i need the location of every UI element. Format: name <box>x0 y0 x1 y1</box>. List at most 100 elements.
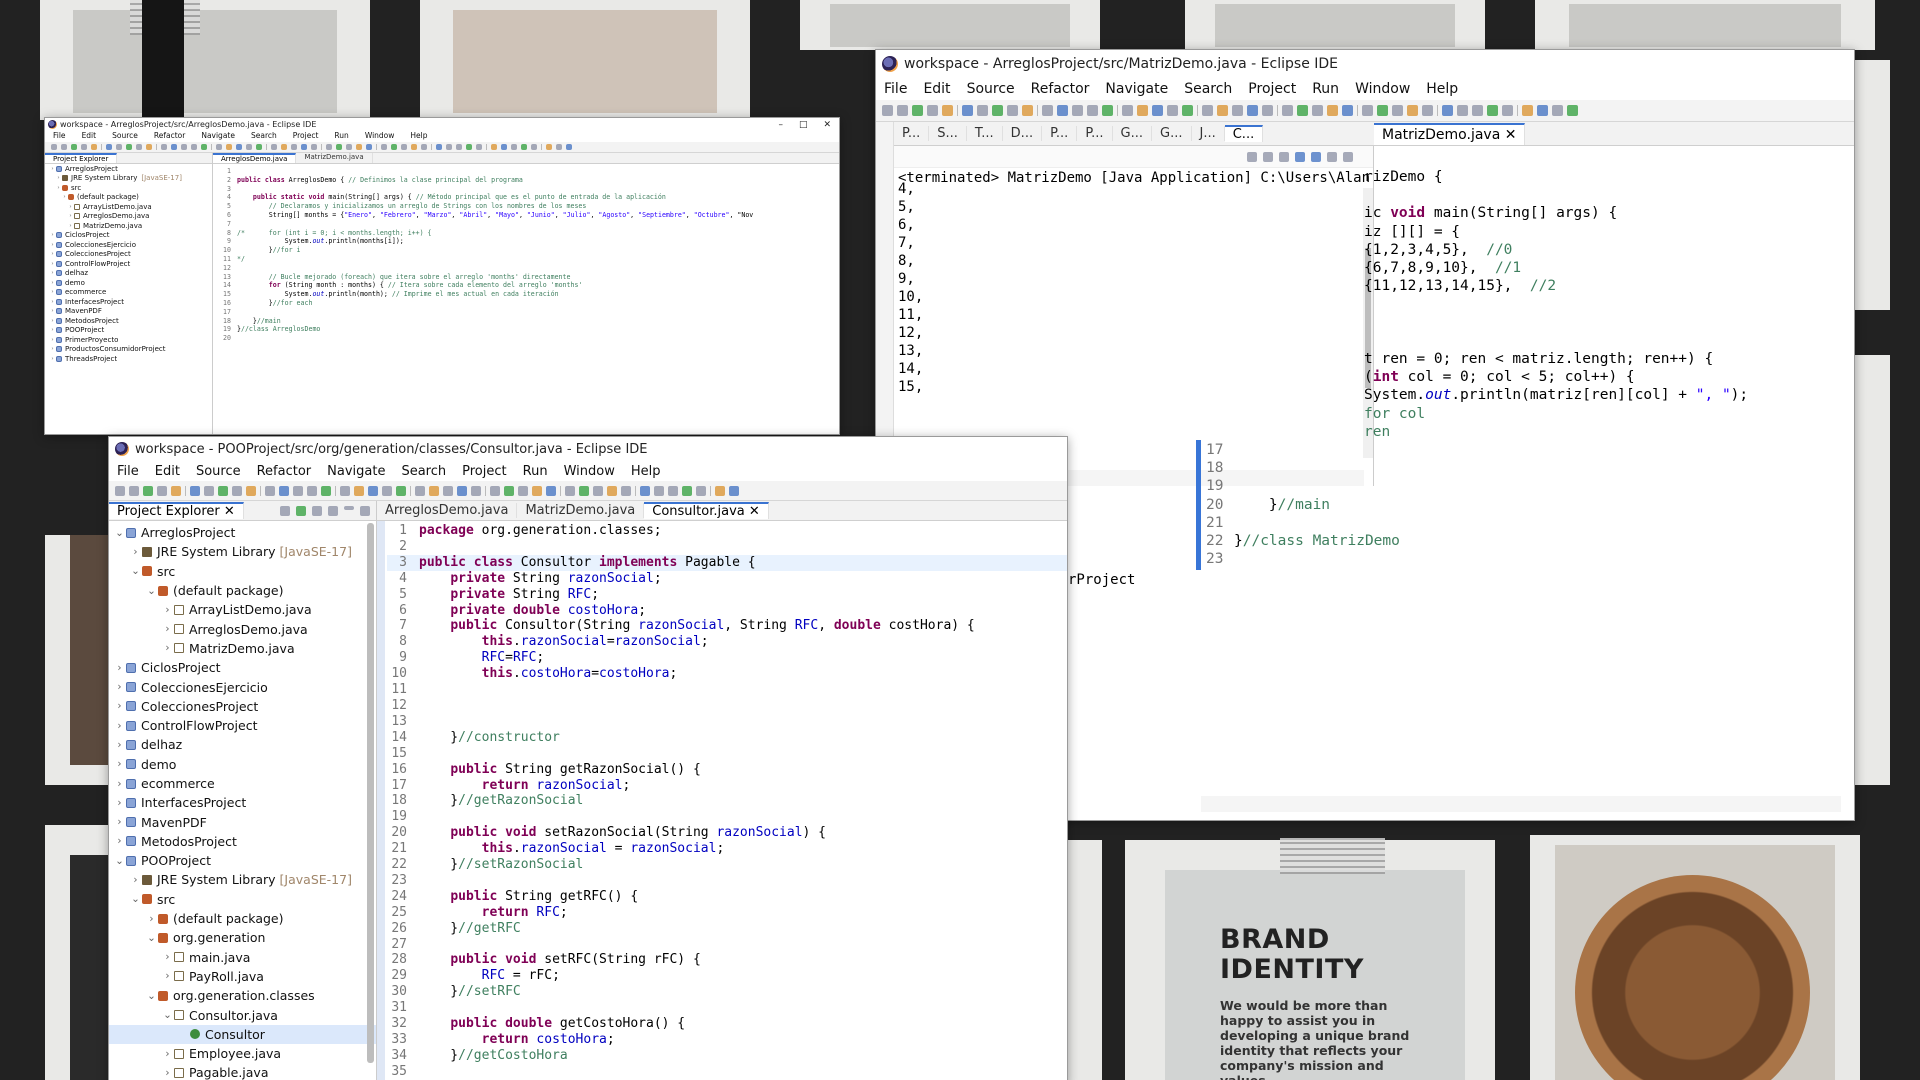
chevron-right-icon[interactable]: › <box>161 623 174 635</box>
toolbar-button-icon[interactable] <box>621 485 631 496</box>
toolbar-button-icon[interactable] <box>191 144 197 150</box>
toolbar-button-icon[interactable] <box>491 144 497 150</box>
chevron-right-icon[interactable]: › <box>49 308 56 314</box>
menu-window[interactable]: Window <box>1347 81 1418 97</box>
toolbar-button-icon[interactable] <box>1167 105 1178 116</box>
toolbar-button-icon[interactable] <box>246 485 256 496</box>
toolbar-button-icon[interactable] <box>1442 105 1453 116</box>
toolbar-button-icon[interactable] <box>977 105 988 116</box>
chevron-right-icon[interactable]: › <box>67 223 74 229</box>
chevron-right-icon[interactable]: › <box>49 232 56 238</box>
toolbar-button-icon[interactable] <box>1022 105 1033 116</box>
menu-refactor[interactable]: Refactor <box>1023 81 1098 97</box>
toolbar-button-icon[interactable] <box>1327 105 1338 116</box>
toolbar-button-icon[interactable] <box>456 144 462 150</box>
tree-project-item[interactable]: › ecommerce <box>47 288 212 298</box>
chevron-right-icon[interactable]: › <box>113 739 126 751</box>
menu-window[interactable]: Window <box>357 131 403 142</box>
chevron-right-icon[interactable]: › <box>161 604 174 616</box>
toolbar-button-icon[interactable] <box>201 144 207 150</box>
toolbar-button-icon[interactable] <box>521 144 527 150</box>
toolbar-button-icon[interactable] <box>368 485 378 496</box>
editor-tab-arreglosdemo[interactable]: ArreglosDemo.java <box>213 153 297 163</box>
toolbar-button-icon[interactable] <box>1262 105 1273 116</box>
collapse-all-icon[interactable] <box>280 505 290 516</box>
toolbar-button-icon[interactable] <box>682 485 692 496</box>
editor-tab-arreglosdemo[interactable]: ArreglosDemo.java <box>377 503 518 518</box>
toolbar-button-icon[interactable] <box>1232 105 1243 116</box>
toolbar-button-icon[interactable] <box>340 485 350 496</box>
tree-project-item[interactable]: › POOProject <box>47 326 212 336</box>
chevron-right-icon[interactable]: › <box>161 642 174 654</box>
toolbar-button-icon[interactable] <box>546 144 552 150</box>
chevron-right-icon[interactable]: › <box>161 951 174 963</box>
toolbar-button-icon[interactable] <box>281 144 287 150</box>
view-menu-icon[interactable] <box>328 505 338 516</box>
chevron-right-icon[interactable]: › <box>113 758 126 770</box>
toolbar-button-icon[interactable] <box>411 144 417 150</box>
toolbar-button-icon[interactable] <box>346 144 352 150</box>
toolbar-button-icon[interactable] <box>226 144 232 150</box>
toolbar-button-icon[interactable] <box>216 144 222 150</box>
toolbar-button-icon[interactable] <box>1087 105 1098 116</box>
tree-project-item[interactable]: › MetodosProject <box>109 832 376 851</box>
toolbar-button-icon[interactable] <box>311 144 317 150</box>
toolbar-button-icon[interactable] <box>336 144 342 150</box>
menu-project[interactable]: Project <box>285 131 327 142</box>
toolbar-button-icon[interactable] <box>1152 105 1163 116</box>
tree-item[interactable]: › MatrizDemo.java <box>47 221 212 231</box>
toolbar-button-icon[interactable] <box>1182 105 1193 116</box>
editor-tab-consultor[interactable]: Consultor.java ✕ <box>644 502 769 519</box>
tree-class-item[interactable]: Consultor <box>109 1024 376 1045</box>
chevron-right-icon[interactable]: › <box>61 194 68 200</box>
toolbar-button-icon[interactable] <box>471 485 481 496</box>
chevron-right-icon[interactable]: › <box>49 261 56 267</box>
toolbar-button-icon[interactable] <box>476 144 482 150</box>
tree-item[interactable]: ⌄ Consultor.java <box>109 1005 376 1024</box>
view-tab-git[interactable]: G... <box>1113 126 1153 141</box>
window-titlebar[interactable]: workspace - POOProject/src/org/generatio… <box>109 437 1067 461</box>
toolbar-button-icon[interactable] <box>962 105 973 116</box>
toolbar-button-icon[interactable] <box>415 485 425 496</box>
toolbar-button-icon[interactable] <box>1072 105 1083 116</box>
toolbar-button-icon[interactable] <box>490 485 500 496</box>
tree-project-item[interactable]: › ColeccionesProject <box>109 697 376 716</box>
chevron-right-icon[interactable]: › <box>113 816 126 828</box>
terminate-icon[interactable] <box>1247 151 1257 162</box>
toolbar-button-icon[interactable] <box>511 144 517 150</box>
toolbar-button-icon[interactable] <box>556 144 562 150</box>
tree-project-item[interactable]: › demo <box>109 755 376 774</box>
tree-project-item[interactable]: › InterfacesProject <box>47 297 212 307</box>
toolbar-button-icon[interactable] <box>1502 105 1513 116</box>
chevron-right-icon[interactable]: › <box>49 356 56 362</box>
tree-project-item[interactable]: › delhaz <box>109 735 376 754</box>
view-tab-search[interactable]: S... <box>929 126 967 141</box>
tree-item[interactable]: › JRE System Library [JavaSE-17] <box>47 174 212 184</box>
toolbar-button-icon[interactable] <box>326 144 332 150</box>
close-icon[interactable]: ✕ <box>823 120 831 130</box>
toolbar-button-icon[interactable] <box>51 144 57 150</box>
toolbar-button-icon[interactable] <box>912 105 923 116</box>
toolbar-button-icon[interactable] <box>897 105 908 116</box>
tree-item[interactable]: › ArrayListDemo.java <box>47 202 212 212</box>
toolbar-button-icon[interactable] <box>91 144 97 150</box>
toolbar-button-icon[interactable] <box>71 144 77 150</box>
toolbar-button-icon[interactable] <box>256 144 262 150</box>
toolbar-button-icon[interactable] <box>401 144 407 150</box>
toolbar-button-icon[interactable] <box>1122 105 1133 116</box>
tree-item[interactable]: › Employee.java <box>109 1044 376 1063</box>
toolbar-button-icon[interactable] <box>992 105 1003 116</box>
editor-tab-matrizdemo[interactable]: MatrizDemo.java ✕ <box>1374 122 1526 145</box>
chevron-right-icon[interactable]: › <box>161 970 174 982</box>
menu-source[interactable]: Source <box>959 81 1023 97</box>
menu-project[interactable]: Project <box>454 464 514 479</box>
toolbar-button-icon[interactable] <box>1567 105 1578 116</box>
tree-item[interactable]: › JRE System Library [JavaSE-17] <box>109 870 376 889</box>
chevron-right-icon[interactable]: › <box>161 1067 174 1079</box>
code-editor[interactable]: 1 package org.generation.classes; 2 3 public… <box>387 523 1067 1080</box>
toolbar-button-icon[interactable] <box>927 105 938 116</box>
toolbar-button-icon[interactable] <box>246 144 252 150</box>
toolbar-button-icon[interactable] <box>1102 105 1113 116</box>
toolbar-button-icon[interactable] <box>1552 105 1563 116</box>
tree-project-item[interactable]: › MetodosProject <box>47 316 212 326</box>
